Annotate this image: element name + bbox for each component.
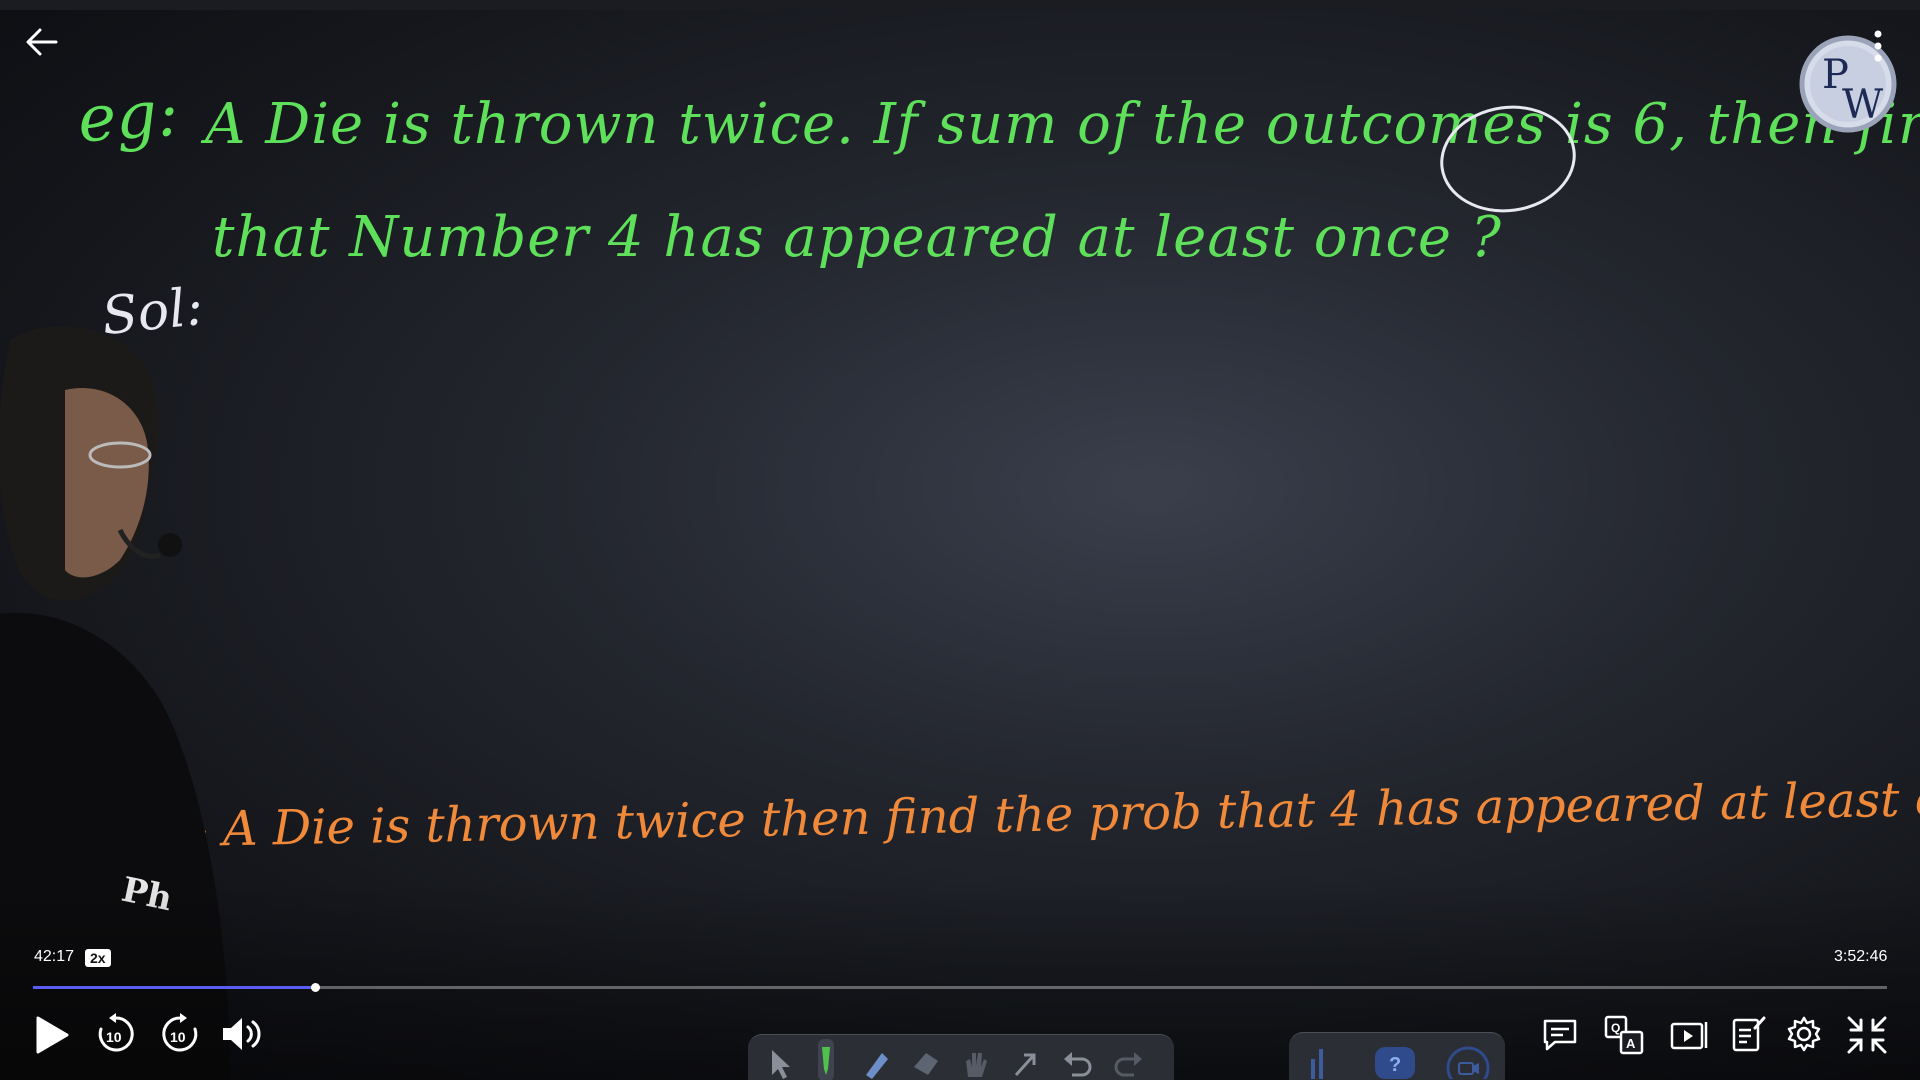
total-duration: 3:52:46: [1834, 948, 1888, 965]
playback-speed-button[interactable]: 2x: [85, 949, 111, 967]
forward-10-button[interactable]: 10: [158, 1012, 202, 1056]
play-button[interactable]: [34, 1015, 70, 1055]
svg-text:10: 10: [170, 1029, 186, 1045]
redo-icon: [1114, 1052, 1142, 1077]
svg-text:?: ?: [1389, 1054, 1401, 1076]
chat-button[interactable]: [1541, 1016, 1579, 1054]
svg-text:Q: Q: [1611, 1021, 1620, 1035]
exit-fullscreen-button[interactable]: [1845, 1014, 1889, 1056]
restated-question: :- A Die is thrown twice then find the p…: [175, 768, 1920, 858]
notes-button[interactable]: [1731, 1014, 1767, 1054]
bar-chart-icon: [1311, 1049, 1323, 1079]
undo-icon: [1064, 1052, 1092, 1077]
eraser-icon: [914, 1053, 938, 1075]
seek-bar[interactable]: [33, 983, 1887, 992]
playlist-button[interactable]: [1670, 1018, 1710, 1052]
translate-button[interactable]: Q A: [1604, 1015, 1644, 1055]
chat-icon: [1543, 1019, 1577, 1051]
settings-button[interactable]: [1785, 1015, 1823, 1053]
forward-10-icon: 10: [162, 1013, 198, 1052]
volume-button[interactable]: [220, 1014, 264, 1054]
question-line-1: A Die is thrown twice. If sum of the out…: [205, 92, 1920, 157]
question-icon: ?: [1375, 1047, 1415, 1079]
svg-text:W: W: [1842, 82, 1883, 128]
rewind-10-icon: 10: [98, 1013, 134, 1052]
exit-fullscreen-icon: [1847, 1016, 1887, 1054]
board-toolbar-secondary: ?: [1289, 1032, 1505, 1080]
svg-text:10: 10: [106, 1029, 122, 1045]
question-line-2: that Number 4 has appeared at least once…: [212, 205, 1502, 270]
seek-bar-handle[interactable]: [310, 983, 320, 992]
camera-icon: [1446, 1046, 1490, 1079]
arrow-tool-icon: [1014, 1053, 1036, 1077]
gear-icon: [1787, 1016, 1821, 1052]
translate-icon: Q A: [1604, 1015, 1644, 1055]
video-player[interactable]: eg: A Die is thrown twice. If sum of the…: [0, 0, 1920, 1080]
current-time: 42:17: [34, 948, 75, 965]
notes-icon: [1732, 1016, 1766, 1052]
seek-bar-progress: [33, 986, 315, 989]
more-vertical-icon: [1874, 30, 1882, 62]
more-options-button[interactable]: [1868, 26, 1888, 66]
board-toolbar: [748, 1034, 1174, 1080]
top-edge: [0, 0, 1920, 10]
svg-text:A: A: [1626, 1036, 1636, 1051]
arrow-left-icon: [26, 28, 58, 56]
pen-icon: [818, 1039, 834, 1080]
volume-icon: [223, 1018, 261, 1050]
question-label: eg:: [75, 76, 181, 158]
rewind-10-button[interactable]: 10: [94, 1012, 138, 1056]
highlighter-icon: [866, 1053, 888, 1079]
play-icon: [36, 1016, 69, 1054]
back-button[interactable]: [22, 22, 62, 62]
playlist-icon: [1670, 1022, 1708, 1050]
cursor-icon: [772, 1050, 790, 1079]
hand-icon: [966, 1053, 987, 1077]
